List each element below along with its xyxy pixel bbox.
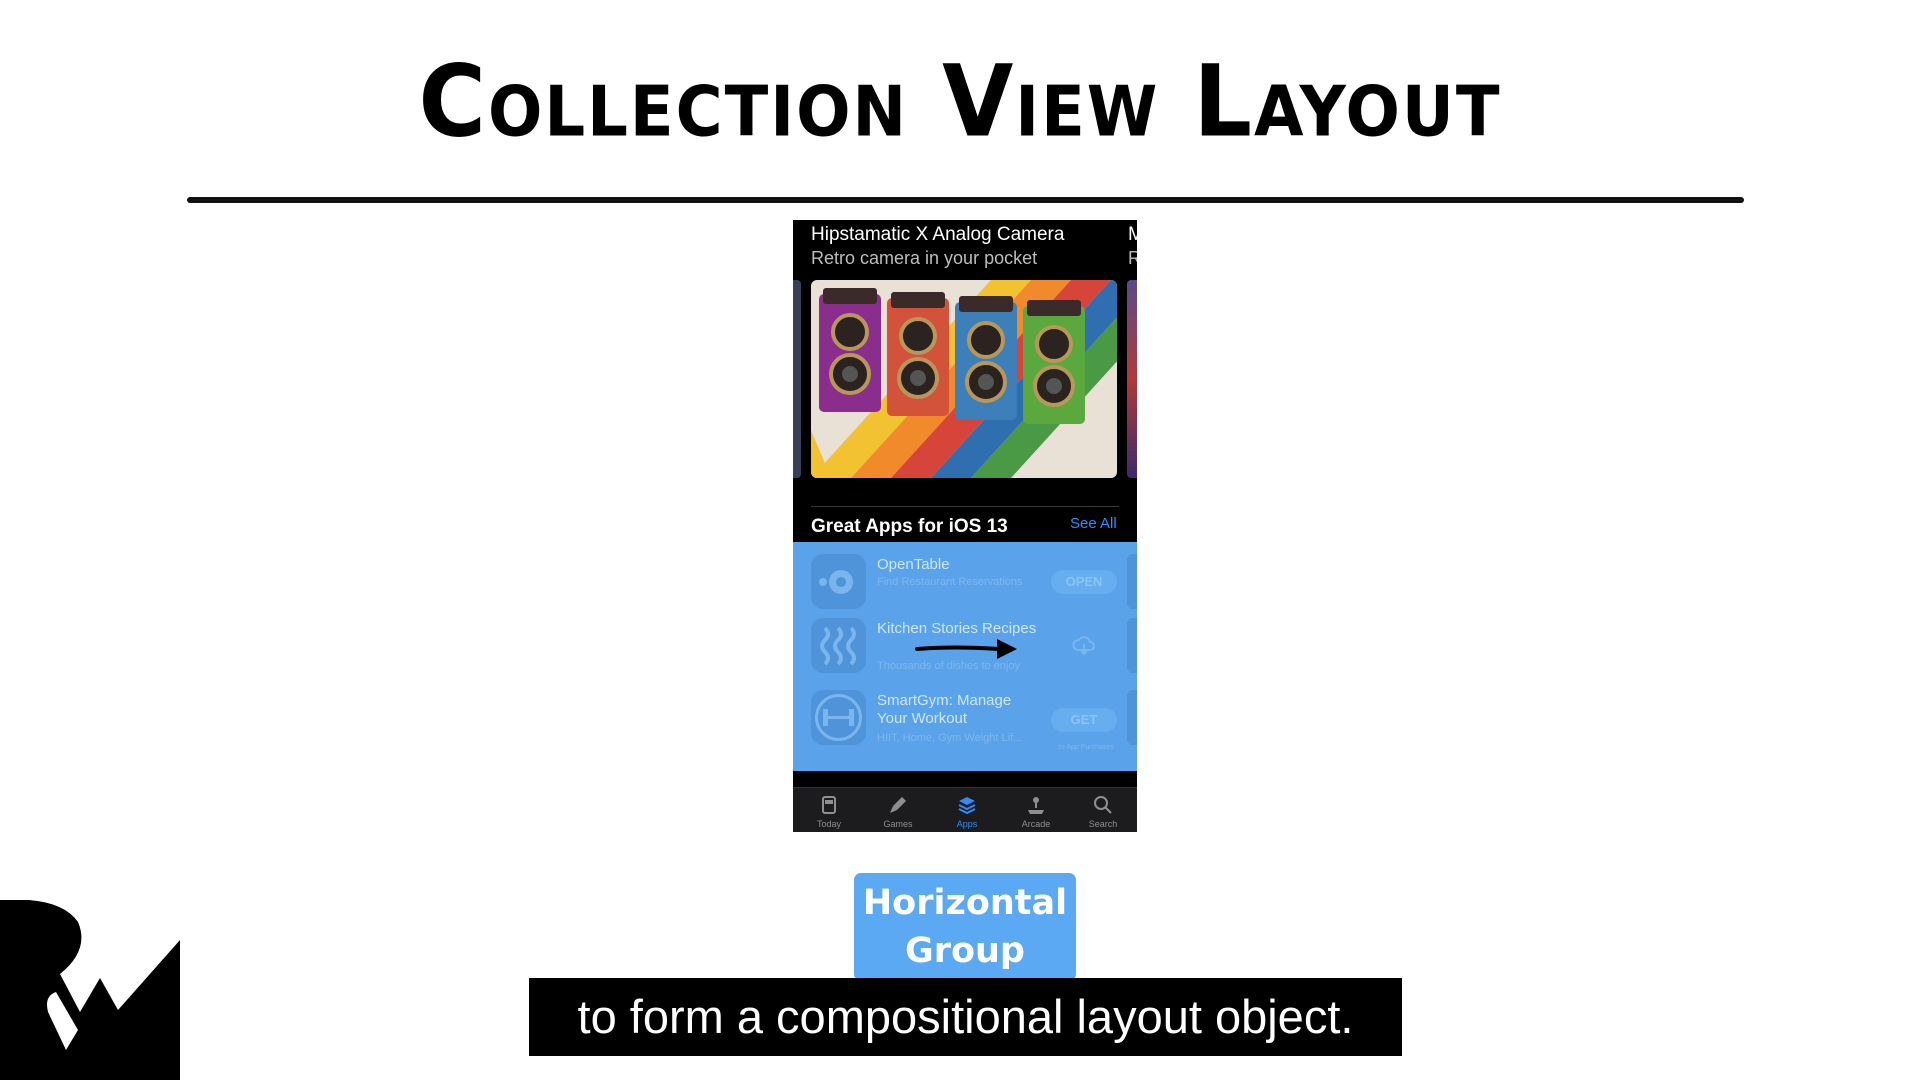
get-button[interactable]: GET (1051, 708, 1117, 732)
rocket-icon (890, 797, 906, 813)
raywenderlich-logo-icon (0, 900, 180, 1080)
app-name: OpenTable (877, 556, 950, 573)
title-underline (187, 197, 1744, 203)
see-all-link[interactable]: See All (1070, 515, 1117, 532)
section-divider (811, 506, 1119, 507)
kitchen-stories-icon (811, 618, 866, 673)
app-subtitle: Find Restaurant Reservations (877, 576, 1023, 588)
today-icon (822, 796, 836, 814)
next-card-subtitle-peek: R (1128, 248, 1137, 268)
list-item[interactable]: SmartGym: Manage Your Workout HIIT, Home… (811, 690, 1131, 752)
next-column-peek (1127, 690, 1137, 745)
next-card-title-peek: M (1128, 224, 1137, 245)
next-column-peek (1127, 618, 1137, 673)
apps-stack-icon (958, 797, 976, 815)
next-card-peek (1127, 280, 1137, 478)
featured-app-title: Hipstamatic X Analog Camera (811, 224, 1065, 245)
in-app-purchases-note: In-App Purchases (1058, 744, 1114, 751)
tab-label: Today (816, 819, 842, 829)
tab-games[interactable]: Games (864, 788, 932, 832)
horizontal-group-highlight: OpenTable Find Restaurant Reservations O… (793, 542, 1137, 771)
tab-label: Games (883, 819, 913, 829)
badge-label: Horizontal Group (862, 883, 1068, 971)
right-arrow-icon (915, 639, 1017, 659)
horizontal-group-badge: Horizontal Group (854, 873, 1076, 981)
tab-label: Apps (956, 819, 978, 829)
joystick-icon (1028, 797, 1044, 814)
subtitle-caption: to form a compositional layout object. (529, 978, 1402, 1056)
slide-title: Collection View Layout (418, 43, 1502, 160)
list-item[interactable]: OpenTable Find Restaurant Reservations O… (811, 554, 1131, 616)
tab-arcade[interactable]: Arcade (1002, 788, 1070, 832)
tab-today[interactable]: Today (795, 788, 863, 832)
search-icon (1094, 796, 1112, 814)
cloud-download-icon[interactable] (1071, 632, 1097, 658)
vintage-cameras-illustration (811, 280, 1117, 478)
section-title: Great Apps for iOS 13 (811, 516, 1008, 537)
tab-apps[interactable]: Apps (933, 788, 1001, 832)
tab-label: Search (1088, 819, 1118, 829)
tab-search[interactable]: Search (1069, 788, 1137, 832)
app-name: SmartGym: Manage Your Workout (877, 692, 1012, 727)
featured-app-subtitle: Retro camera in your pocket (811, 248, 1038, 268)
phone-screenshot: Hipstamatic X Analog Camera Retro camera… (793, 220, 1137, 832)
previous-card-peek (793, 280, 801, 478)
tab-label: Arcade (1021, 819, 1051, 829)
featured-hero-image[interactable] (811, 280, 1117, 478)
tab-bar: Today Games Apps Arcade Search (793, 787, 1137, 832)
next-column-peek (1127, 554, 1137, 609)
app-subtitle: HIIT, Home, Gym Weight Lif... (877, 732, 1023, 744)
dumbbell-icon (811, 690, 866, 745)
opentable-icon (811, 554, 866, 609)
open-button[interactable]: OPEN (1051, 570, 1117, 594)
